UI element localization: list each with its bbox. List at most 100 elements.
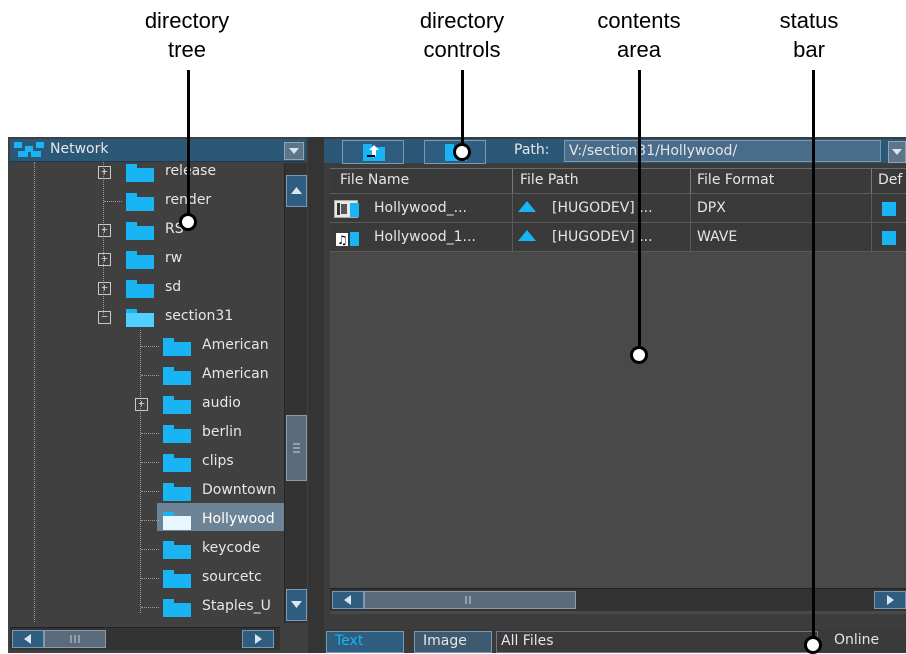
chevron-down-icon[interactable]: [888, 141, 906, 163]
folder-icon: [163, 599, 191, 617]
column-divider[interactable]: [871, 169, 872, 193]
callout-marker: [453, 143, 471, 161]
column-divider: [512, 223, 513, 251]
folder-icon: [163, 483, 191, 501]
tree-item[interactable]: + sd: [10, 277, 284, 299]
folder-icon: [163, 570, 191, 588]
expand-icon[interactable]: +: [98, 224, 111, 237]
callout-marker: [804, 636, 822, 654]
column-divider: [871, 194, 872, 222]
network-bar[interactable]: Network: [10, 139, 306, 162]
server-icon: [518, 201, 536, 212]
text-tab-label: Text: [335, 633, 364, 649]
column-header-file-format[interactable]: File Format: [697, 172, 774, 188]
expand-icon[interactable]: +: [98, 282, 111, 295]
folder-icon: [163, 454, 191, 472]
column-divider: [871, 223, 872, 251]
callout-directory-controls: directory controls: [419, 8, 505, 62]
expand-icon[interactable]: +: [98, 166, 111, 179]
network-icon: [14, 142, 44, 158]
folder-icon: [163, 541, 191, 559]
folder-icon: [126, 222, 154, 240]
expand-icon[interactable]: +: [98, 253, 111, 266]
audio-icon: ♫: [334, 229, 359, 247]
tree-item[interactable]: sourcetc: [10, 567, 284, 589]
column-divider[interactable]: [512, 169, 513, 193]
column-header-file-path[interactable]: File Path: [520, 172, 579, 188]
folder-icon: [163, 425, 191, 443]
file-filter-field[interactable]: All Files: [496, 631, 818, 653]
table-row[interactable]: ♫ Hollywood_1... [HUGODEV] ... WAVE: [330, 223, 906, 252]
open-folder-icon: [126, 309, 154, 327]
tree-item[interactable]: + release: [10, 162, 284, 183]
scroll-up-button[interactable]: [286, 175, 307, 207]
default-indicator-icon: [882, 231, 896, 245]
tree-item-label: audio: [202, 395, 241, 411]
column-header-file-name[interactable]: File Name: [340, 172, 409, 188]
contents-panel: Path: V:/section31/Hollywood/ File Name …: [324, 137, 906, 653]
tree-item[interactable]: berlin: [10, 422, 284, 444]
server-icon: [518, 230, 536, 241]
cell-file-name: Hollywood_...: [374, 200, 467, 216]
scroll-thumb[interactable]: [44, 630, 106, 648]
default-indicator-icon: [882, 202, 896, 216]
file-filter-value: All Files: [501, 633, 554, 649]
scroll-down-button[interactable]: [286, 589, 307, 621]
tree-guide: [141, 433, 159, 434]
scroll-left-button[interactable]: [332, 591, 364, 609]
application-window: Network + release render +: [8, 137, 906, 653]
path-input[interactable]: V:/section31/Hollywood/: [564, 140, 881, 162]
path-label: Path:: [514, 142, 550, 158]
scroll-thumb[interactable]: [286, 415, 307, 481]
tree-item-selected[interactable]: Hollywood: [10, 509, 284, 531]
tree-item[interactable]: keycode: [10, 538, 284, 560]
tree-item[interactable]: + rw: [10, 248, 284, 270]
chevron-down-icon[interactable]: [284, 142, 304, 160]
tree-item[interactable]: American: [10, 335, 284, 357]
tree-item-label: American: [202, 366, 269, 382]
tree-item-label: American: [202, 337, 269, 353]
table-row[interactable]: Hollywood_... [HUGODEV] ... DPX: [330, 194, 906, 223]
panel-divider[interactable]: [308, 137, 324, 653]
tree-item-label: berlin: [202, 424, 242, 440]
scroll-thumb[interactable]: [364, 591, 576, 609]
contents-area: File Name File Path File Format Def Holl…: [330, 168, 906, 614]
tree-item[interactable]: Downtown: [10, 480, 284, 502]
text-tab[interactable]: Text: [326, 631, 404, 653]
image-tab[interactable]: Image: [414, 631, 492, 653]
tree-item[interactable]: + audio: [10, 393, 284, 415]
folder-icon: [126, 164, 154, 182]
tree-horizontal-scrollbar[interactable]: [10, 627, 280, 650]
scroll-right-button[interactable]: [874, 591, 906, 609]
tree-item[interactable]: − section31: [10, 306, 284, 328]
parent-directory-button[interactable]: [342, 140, 404, 164]
scroll-left-button[interactable]: [12, 630, 44, 648]
column-divider[interactable]: [690, 169, 691, 193]
tree-guide: [104, 201, 122, 202]
tree-item[interactable]: clips: [10, 451, 284, 473]
cell-file-format: WAVE: [697, 229, 738, 245]
tree-item[interactable]: Staples_U: [10, 596, 284, 618]
contents-horizontal-scrollbar[interactable]: [330, 588, 906, 611]
tree-item[interactable]: American: [10, 364, 284, 386]
leader-line: [187, 70, 190, 222]
online-status: Online: [834, 632, 880, 648]
open-folder-icon: [163, 512, 191, 530]
expand-icon[interactable]: +: [135, 398, 148, 411]
tree-vertical-scrollbar[interactable]: [284, 163, 307, 623]
column-divider: [690, 223, 691, 251]
tree-item-label: clips: [202, 453, 234, 469]
collapse-icon[interactable]: −: [98, 311, 111, 324]
scroll-right-button[interactable]: [242, 630, 274, 648]
tree-item[interactable]: render: [10, 190, 284, 212]
tree-item-label: rw: [165, 250, 183, 266]
tree-guide: [141, 578, 159, 579]
image-tab-label: Image: [423, 633, 467, 649]
tree-item-label: release: [165, 163, 217, 179]
tree-item[interactable]: + RS: [10, 219, 284, 241]
tree-guide: [141, 346, 159, 347]
leader-line: [461, 70, 464, 152]
column-header-def[interactable]: Def: [878, 172, 902, 188]
folder-icon: [163, 338, 191, 356]
callout-marker: [179, 213, 197, 231]
